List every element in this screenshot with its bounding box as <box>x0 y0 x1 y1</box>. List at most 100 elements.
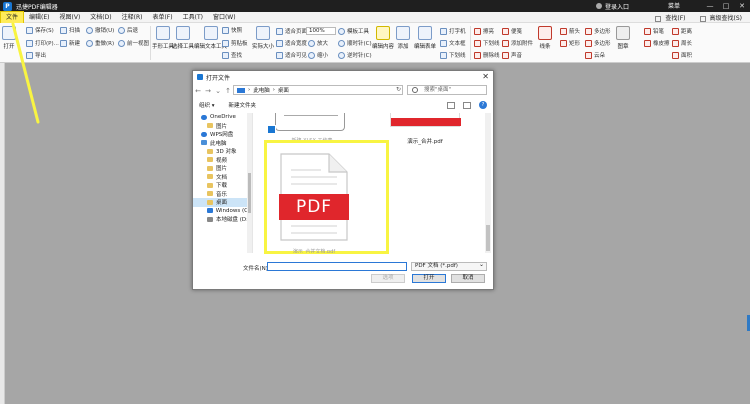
nav-item-documents[interactable]: 文档 <box>193 173 252 182</box>
nav-item-3d-objects[interactable]: 3D 对象 <box>193 147 252 156</box>
close-icon[interactable]: ✕ <box>734 0 750 12</box>
rect-button[interactable]: 矩形 <box>560 39 580 47</box>
advanced-find-menu[interactable]: 高级查找(S) <box>698 13 747 22</box>
textbox-button[interactable]: 文本框 <box>440 39 466 47</box>
menu-document[interactable]: 文档(D) <box>85 12 116 23</box>
polyline-button[interactable]: 多边形 <box>585 39 611 47</box>
nav-item-onedrive[interactable]: OneDrive <box>193 113 252 122</box>
highlight-button[interactable]: 擦亮 <box>474 27 494 35</box>
file-list-scrollbar[interactable] <box>485 113 491 253</box>
maximize-icon[interactable]: □ <box>718 0 734 12</box>
undo-button[interactable]: 撤销(U) <box>86 26 114 34</box>
template-tool-button[interactable]: 模板工具 <box>338 27 369 35</box>
nav-item-videos[interactable]: 视频 <box>193 156 252 165</box>
path-this-pc[interactable]: 此电脑 <box>253 86 270 94</box>
strikeout-button[interactable]: 删除线 <box>474 51 500 59</box>
attach-button[interactable]: 添加附件 <box>502 39 533 47</box>
file-item-spreadsheet[interactable] <box>275 113 345 131</box>
minimize-icon[interactable]: — <box>702 0 718 12</box>
help-icon[interactable]: ? <box>479 101 487 109</box>
preview-pane-icon[interactable] <box>463 101 471 109</box>
address-bar[interactable]: › 此电脑 › 桌面 <box>233 85 403 95</box>
underline-button[interactable]: 下划线 <box>474 39 500 47</box>
fit-page-button[interactable]: 适合页面 <box>276 27 307 35</box>
nav-item-wps-drive[interactable]: WPS网盘 <box>193 130 252 139</box>
menu-button[interactable]: 菜单 <box>668 1 680 10</box>
perimeter-button[interactable]: 周长 <box>672 39 692 47</box>
nav-back-icon[interactable]: ← <box>193 87 203 95</box>
edit-content-button[interactable]: 编辑内容 <box>372 26 394 50</box>
callout-button[interactable]: 下划线 <box>440 51 466 59</box>
hand-tool-button[interactable]: 手形工具 <box>152 26 174 50</box>
print-button[interactable]: 打印(P)... <box>26 39 59 47</box>
nav-item-onedrive-pictures[interactable]: 图片 <box>193 122 252 131</box>
dialog-close-icon[interactable]: ✕ <box>482 72 489 81</box>
select-tool-button[interactable]: 选择工具 <box>172 26 194 50</box>
nav-history-icon[interactable]: ⌄ <box>213 87 223 95</box>
zoom-select[interactable]: 100% <box>306 27 336 35</box>
nav-item-desktop[interactable]: 桌面 <box>193 198 252 207</box>
back-button[interactable]: 后退 <box>118 26 138 34</box>
menu-window[interactable]: 窗口(W) <box>208 12 241 23</box>
fit-visible-button[interactable]: 适合可见 <box>276 51 307 59</box>
typewriter-button[interactable]: 打字机 <box>440 27 466 35</box>
fit-width-button[interactable]: 适合宽度 <box>276 39 307 47</box>
nav-item-downloads[interactable]: 下载 <box>193 181 252 190</box>
nav-up-icon[interactable]: ↑ <box>223 87 233 95</box>
save-button[interactable]: 保存(S) <box>26 26 54 34</box>
open-dialog-button[interactable]: 打开 <box>412 274 446 283</box>
nav-forward-icon[interactable]: → <box>203 87 213 95</box>
filetype-select[interactable]: PDF 文档 (*.pdf) <box>411 261 487 271</box>
note-button[interactable]: 便笺 <box>502 27 522 35</box>
export-button[interactable]: 导出 <box>26 51 46 59</box>
nav-scrollbar[interactable] <box>247 113 252 253</box>
actual-size-button[interactable]: 实际大小 <box>252 26 274 50</box>
file-list-scrollbar-thumb[interactable] <box>486 225 490 251</box>
sound-button[interactable]: 声音 <box>502 51 522 59</box>
line-button[interactable]: 线条 <box>538 26 552 50</box>
scan-button[interactable]: 扫描 <box>60 26 80 34</box>
zoom-out-button[interactable]: 缩小 <box>308 51 328 59</box>
menu-form[interactable]: 表单(F) <box>147 12 177 23</box>
view-options-icon[interactable] <box>447 101 455 109</box>
edit-form-button[interactable]: 编辑表单 <box>414 26 436 50</box>
pencil-button[interactable]: 铅笔 <box>644 27 664 35</box>
previous-view-button[interactable]: 前一视图 <box>118 39 149 47</box>
nav-scrollbar-thumb[interactable] <box>248 173 251 213</box>
nav-item-pictures[interactable]: 图片 <box>193 164 252 173</box>
menu-comment[interactable]: 注释(R) <box>117 12 148 23</box>
options-button[interactable]: 选项 <box>371 274 405 283</box>
eraser-button[interactable]: 橡皮擦 <box>644 39 670 47</box>
rotate-cw-button[interactable]: 顺时针(C) <box>338 39 372 47</box>
menu-file[interactable]: 文件 <box>0 10 25 24</box>
search-input[interactable]: 搜索"桌面" <box>407 85 487 95</box>
menu-tools[interactable]: 工具(T) <box>178 12 208 23</box>
redo-button[interactable]: 重做(R) <box>86 39 114 47</box>
nav-item-music[interactable]: 音乐 <box>193 190 252 199</box>
rotate-ccw-button[interactable]: 逆时针(C) <box>338 51 372 59</box>
filename-input[interactable] <box>267 262 407 271</box>
nav-item-local-d[interactable]: 本地磁盘 (D:) <box>193 215 252 224</box>
arrow-button[interactable]: 箭头 <box>560 27 580 35</box>
clipboard-button[interactable]: 剪贴板 <box>222 39 248 47</box>
stamp-button[interactable]: 图章 <box>616 26 630 50</box>
login-entry[interactable]: 登录入口 <box>596 0 629 12</box>
distance-button[interactable]: 距离 <box>672 27 692 35</box>
organize-button[interactable]: 组织 ▾ <box>199 101 215 109</box>
file-item-pdf-merged[interactable] <box>390 113 461 127</box>
find-menu[interactable]: 查找(F) <box>653 13 689 22</box>
new-folder-button[interactable]: 新建文件夹 <box>229 101 257 109</box>
menu-view[interactable]: 视图(V) <box>55 12 86 23</box>
cloud-button[interactable]: 云朵 <box>585 51 605 59</box>
cancel-button[interactable]: 取消 <box>451 274 485 283</box>
menu-edit[interactable]: 编辑(E) <box>24 12 54 23</box>
path-desktop[interactable]: 桌面 <box>278 86 289 94</box>
nav-item-this-pc[interactable]: 此电脑 <box>193 139 252 148</box>
snapshot-button[interactable]: 快照 <box>222 26 242 34</box>
add-button[interactable]: 添加 <box>396 26 410 50</box>
refresh-icon[interactable]: ↻ <box>396 86 401 93</box>
zoom-in-button[interactable]: 放大 <box>308 39 328 47</box>
polygon-button[interactable]: 多边形 <box>585 27 611 35</box>
new-button[interactable]: 新建 <box>60 39 80 47</box>
open-button[interactable]: 打开 <box>2 26 16 50</box>
